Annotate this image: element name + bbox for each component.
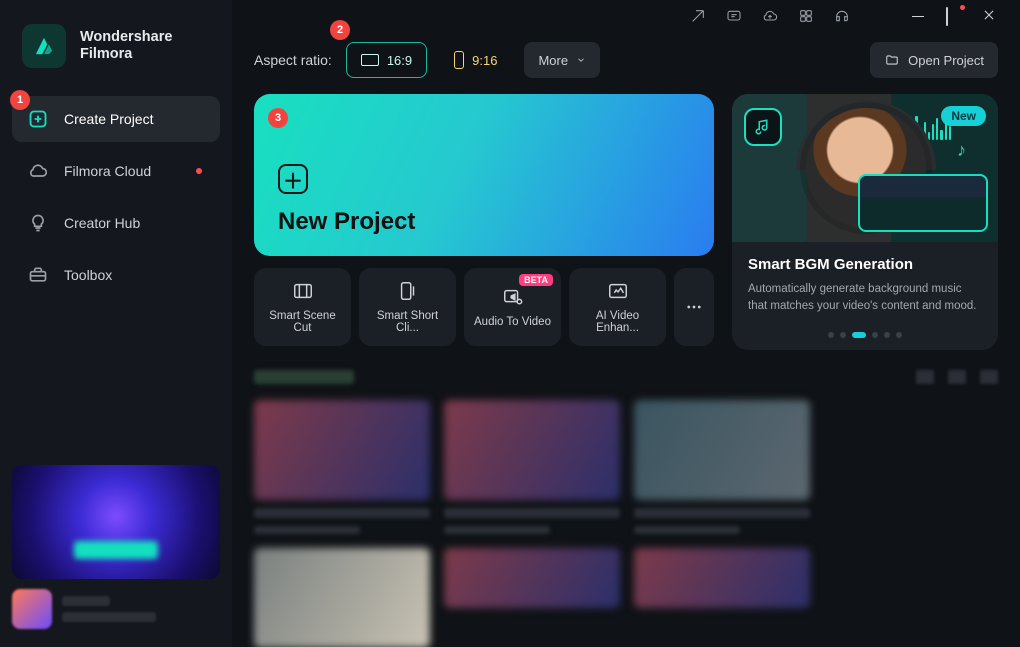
window-minimize-button[interactable] [910,8,926,24]
bulb-icon [28,213,48,233]
recent-title-blurred [254,370,354,384]
tool-audio-to-video[interactable]: BETA Audio To Video [464,268,561,346]
filmora-logo-icon [31,33,57,59]
brand-line2: Filmora [80,46,172,63]
recent-item[interactable] [634,548,810,647]
nav-toolbox[interactable]: Toolbox [12,252,220,298]
nav-creator-label: Creator Hub [64,215,140,231]
sidebar: Wondershare Filmora 1 Create Project Fil… [0,0,232,647]
brand-logo [22,24,66,68]
ellipsis-icon [685,298,703,316]
recent-item[interactable] [254,548,430,647]
recent-item[interactable] [634,400,810,534]
chevron-down-icon [576,55,586,65]
nav-cloud-label: Filmora Cloud [64,163,151,179]
hero-row: 3 ＋ New Project Smart Scene Cut Smart Sh… [254,94,998,350]
open-project-button[interactable]: Open Project [870,42,998,78]
promo-image: New ♪ [732,94,998,242]
main: 2 Aspect ratio: 16:9 9:16 More Open Proj… [232,0,1020,647]
beta-badge: BETA [519,274,553,286]
window-maximize-button[interactable] [946,8,962,24]
notification-dot-icon [196,168,202,174]
tool-scene-cut-label: Smart Scene Cut [260,310,345,334]
titlebar [254,0,998,24]
recent-item[interactable] [444,400,620,534]
brand: Wondershare Filmora [0,24,232,96]
promo-description: Automatically generate background music … [748,281,982,316]
brand-line1: Wondershare [80,29,172,46]
tool-smart-short-clip[interactable]: Smart Short Cli... [359,268,456,346]
sidebar-account-line2 [62,612,156,622]
annotation-badge-3: 3 [268,108,288,128]
recent-grid [254,400,998,647]
aspect-ratio-row: 2 Aspect ratio: 16:9 9:16 More Open Proj… [254,42,998,78]
new-project-card[interactable]: 3 ＋ New Project [254,94,714,256]
brand-text: Wondershare Filmora [80,29,172,64]
audio-to-video-icon [502,286,524,308]
landscape-rect-icon [361,54,379,66]
promo-card[interactable]: New ♪ Smart BGM Generation Automatically… [732,94,998,350]
cloud-upload-icon[interactable] [762,8,778,24]
promo-body: Smart BGM Generation Automatically gener… [732,242,998,326]
aspect-more-dropdown[interactable]: More [524,42,600,78]
tool-short-clip-label: Smart Short Cli... [365,310,450,334]
aspect-ratio-label: Aspect ratio: [254,52,332,68]
nav-creator-hub[interactable]: Creator Hub [12,200,220,246]
short-clip-icon [397,280,419,302]
ai-enhance-icon [607,280,629,302]
tool-audio-video-label: Audio To Video [474,316,551,328]
nav-create-project[interactable]: 1 Create Project [12,96,220,142]
nav: 1 Create Project Filmora Cloud Creator H… [0,96,232,298]
aspect-more-label: More [538,53,568,68]
tool-ai-video-label: AI Video Enhan... [575,310,660,334]
sidebar-account-row[interactable] [12,589,220,629]
aspect-16-9-text: 16:9 [387,53,412,68]
tool-more-button[interactable] [674,268,714,346]
nav-create-label: Create Project [64,111,153,127]
folder-icon [884,53,900,67]
toolbox-icon [28,265,48,285]
annotation-badge-2: 2 [330,20,350,40]
new-project-title: New Project [278,208,690,236]
sidebar-account-line1 [62,596,110,606]
window-close-button[interactable] [982,8,998,24]
sidebar-thumbs [0,455,232,647]
plus-square-icon: ＋ [278,164,308,194]
recent-item[interactable] [444,548,620,647]
sidebar-avatar [12,589,52,629]
recent-view-toggles[interactable] [916,370,998,384]
music-note-icon: ♪ [957,140,966,161]
new-project-area: 3 ＋ New Project Smart Scene Cut Smart Sh… [254,94,714,350]
promo-pagination-dots[interactable] [732,326,998,350]
tool-grid: Smart Scene Cut Smart Short Cli... BETA … [254,268,714,346]
portrait-rect-icon [454,51,464,69]
message-icon[interactable] [726,8,742,24]
promo-title: Smart BGM Generation [748,256,982,273]
nav-filmora-cloud[interactable]: Filmora Cloud [12,148,220,194]
recent-item[interactable] [254,400,430,534]
music-note-box-icon [744,108,782,146]
aspect-9-16-chip[interactable]: 9:16 [439,42,512,78]
annotation-badge-1: 1 [10,90,30,110]
sidebar-promo-thumb[interactable] [12,465,220,579]
tool-ai-video-enhance[interactable]: AI Video Enhan... [569,268,666,346]
cloud-icon [28,161,48,181]
plus-square-icon [28,109,48,129]
headset-icon[interactable] [834,8,850,24]
recent-header [254,370,998,384]
tool-smart-scene-cut[interactable]: Smart Scene Cut [254,268,351,346]
nav-toolbox-label: Toolbox [64,267,112,283]
recent-section [254,370,998,647]
send-icon[interactable] [690,8,706,24]
scene-cut-icon [292,280,314,302]
open-project-label: Open Project [908,53,984,68]
timeline-panel-icon [858,174,988,232]
aspect-16-9-chip[interactable]: 16:9 [346,42,427,78]
apps-grid-icon[interactable] [798,8,814,24]
aspect-9-16-text: 9:16 [472,53,497,68]
